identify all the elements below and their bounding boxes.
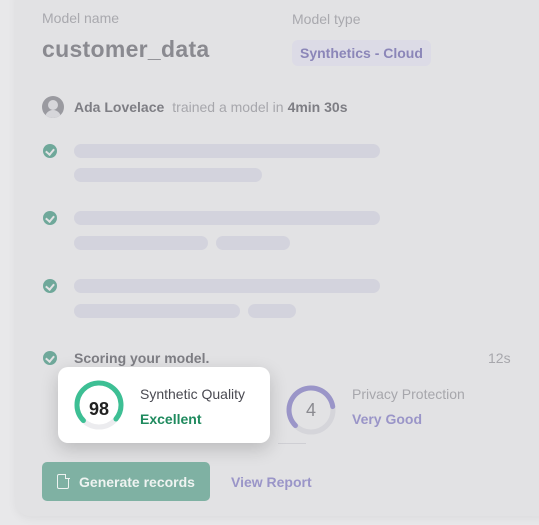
model-name-label: Model name <box>42 10 120 26</box>
privacy-title: Privacy Protection <box>352 386 465 402</box>
model-type-value: Synthetics - Cloud <box>300 45 423 61</box>
avatar <box>42 96 64 118</box>
privacy-grade: Very Good <box>352 411 423 427</box>
skeleton-line <box>74 168 262 182</box>
training-text: trained a model in <box>172 99 284 115</box>
view-report-link[interactable]: View Report <box>231 474 312 490</box>
skeleton-line <box>248 304 296 318</box>
model-name: customer_data <box>42 36 210 62</box>
generate-records-label: Generate records <box>79 473 195 490</box>
scoring-label: Scoring your model. <box>74 350 210 366</box>
skeleton-line <box>74 236 208 250</box>
skeleton-line <box>74 304 240 318</box>
model-type-badge: Synthetics - Cloud <box>292 40 431 66</box>
document-icon <box>57 473 70 489</box>
skeleton-line <box>74 279 380 293</box>
check-icon <box>43 279 57 293</box>
skeleton-line <box>216 236 290 250</box>
skeleton-line <box>74 144 380 158</box>
privacy-score: 4 <box>305 400 316 420</box>
skeleton-line <box>74 211 380 225</box>
check-icon <box>43 211 57 225</box>
quality-card[interactable]: 98 Synthetic Quality Excellent <box>58 367 270 443</box>
scoring-timer: 12s <box>488 350 511 366</box>
check-icon <box>43 351 57 365</box>
model-type-label: Model type <box>292 11 361 27</box>
check-icon <box>43 144 57 158</box>
quality-grade: Excellent <box>140 411 202 427</box>
quality-title: Synthetic Quality <box>140 386 246 402</box>
training-summary: Ada Lovelace trained a model in 4min 30s <box>42 96 348 118</box>
training-duration: 4min 30s <box>287 99 348 115</box>
trainer-name: Ada Lovelace <box>74 99 165 115</box>
generate-records-button[interactable]: Generate records <box>42 462 210 501</box>
quality-score: 98 <box>88 399 110 419</box>
